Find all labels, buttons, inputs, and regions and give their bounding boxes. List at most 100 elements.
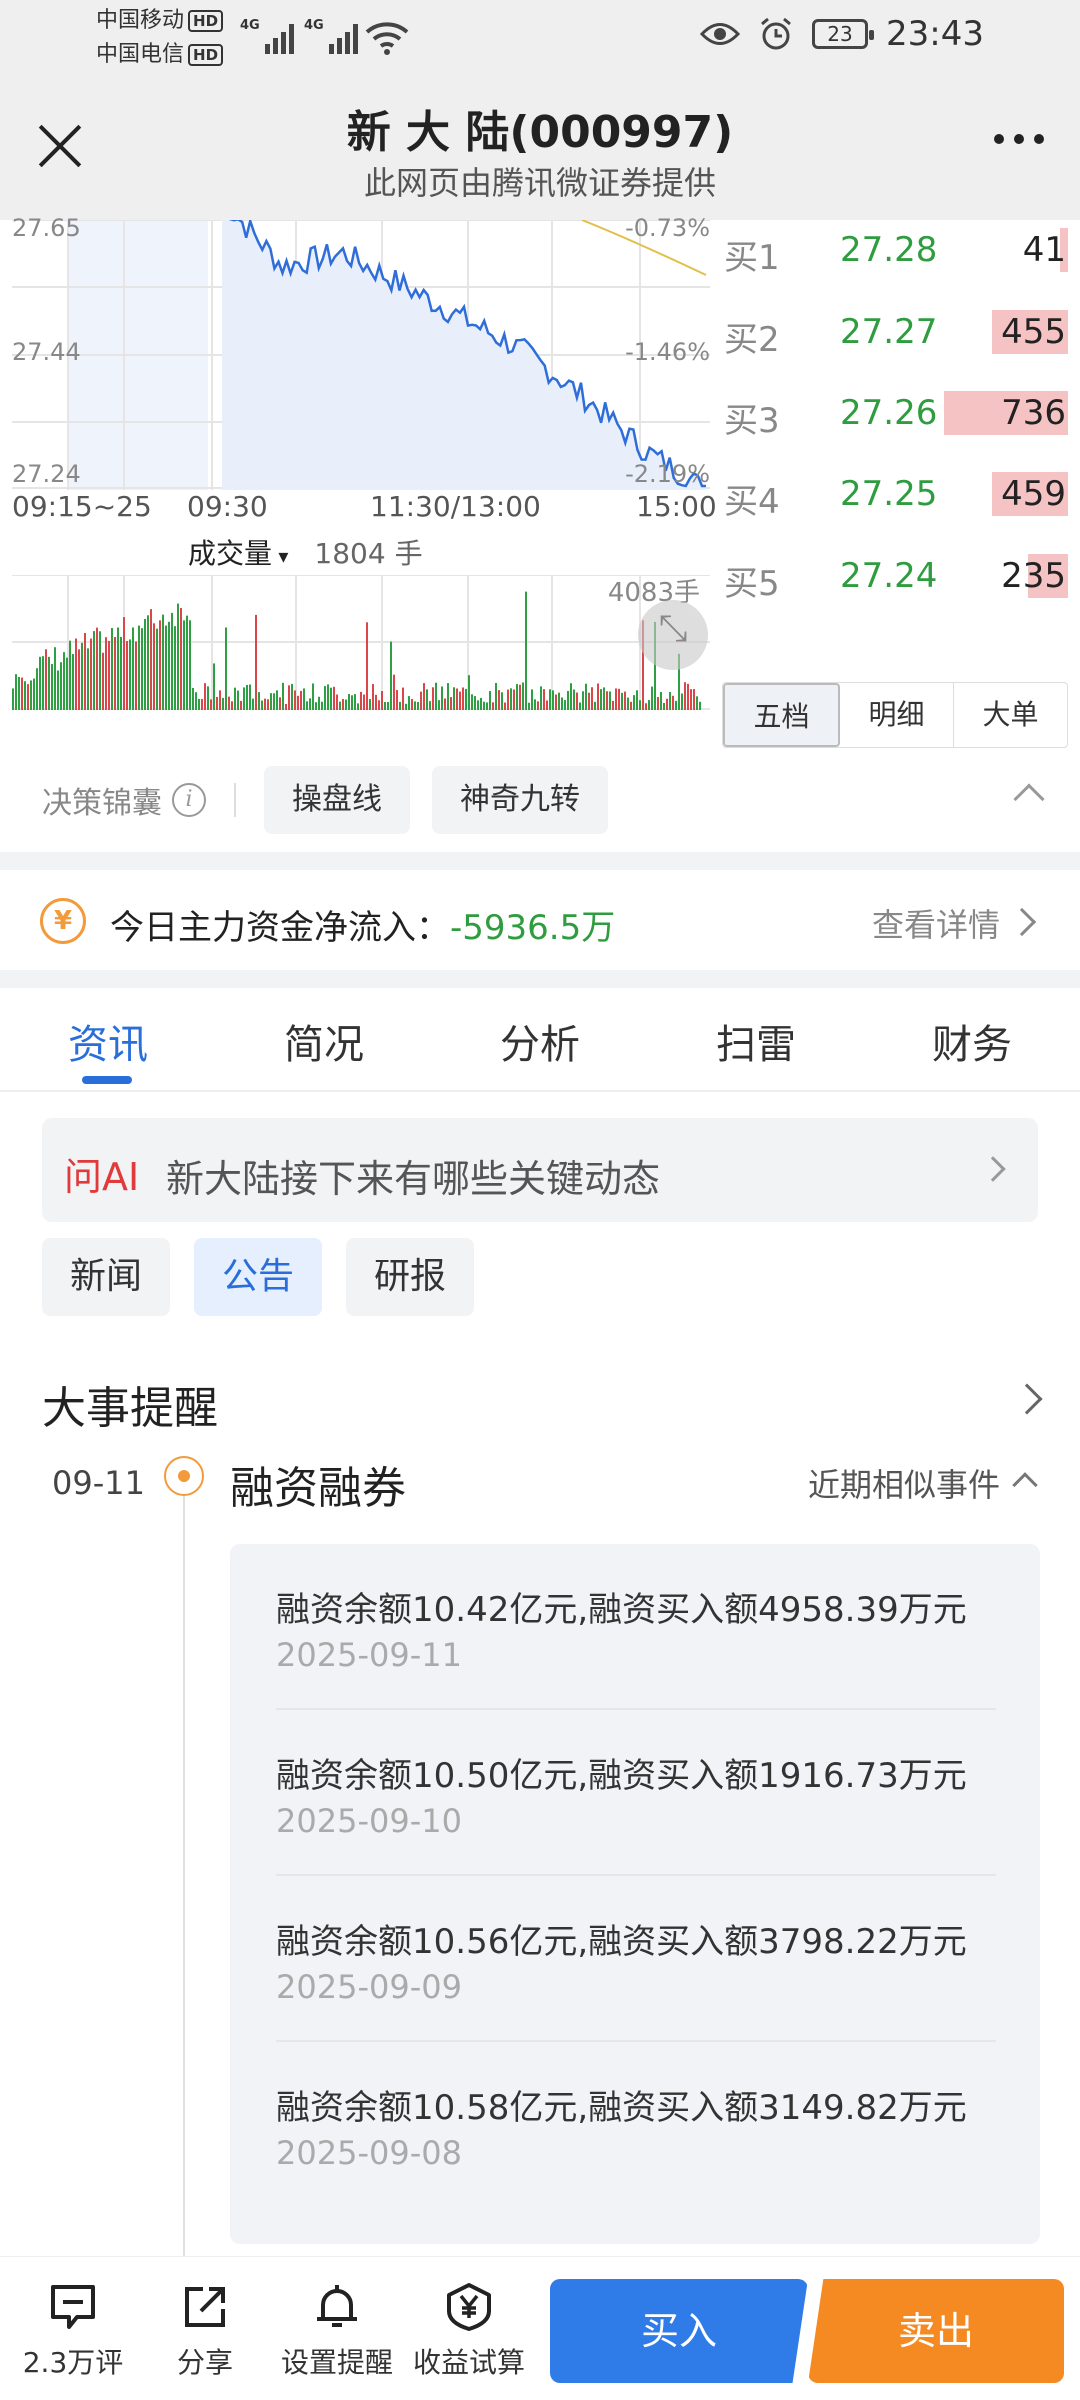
ask-ai-bar[interactable]: 问AI 新大陆接下来有哪些关键动态 <box>42 1118 1038 1222</box>
volume-bar <box>477 700 479 710</box>
volume-bar <box>318 696 320 710</box>
volume-bar <box>660 692 662 710</box>
volume-bar <box>309 698 311 710</box>
list-item[interactable]: 融资余额10.50亿元,融资买入额1916.73万元 2025-09-10 <box>276 1710 996 1876</box>
volume-bar <box>183 620 185 710</box>
volume-bar <box>219 690 221 710</box>
volume-bar <box>177 603 179 710</box>
volume-bar <box>249 684 251 710</box>
volume-bar <box>576 692 578 710</box>
tab-overview[interactable]: 简况 <box>244 1012 404 1070</box>
volume-bar <box>66 657 68 710</box>
volume-bar <box>225 627 227 710</box>
volume-bar <box>540 686 542 710</box>
expand-icon[interactable] <box>638 600 708 670</box>
volume-bar <box>633 695 635 710</box>
chevron-up-icon[interactable] <box>1012 1472 1038 1498</box>
time-label: 09:30 <box>187 490 268 523</box>
buy-button[interactable]: 买入 <box>550 2279 808 2383</box>
volume-bar <box>483 701 485 710</box>
list-item[interactable]: 融资余额10.42亿元,融资买入额4958.39万元 2025-09-11 <box>276 1544 996 1710</box>
list-item[interactable]: 融资余额10.58亿元,融资买入额3149.82万元 2025-09-08 <box>276 2042 996 2208</box>
volume-bar <box>531 689 533 710</box>
volume-bar <box>24 681 26 710</box>
time-label: 11:30/13:00 <box>370 490 541 523</box>
volume-bar <box>30 680 32 710</box>
volume-bar <box>195 692 197 710</box>
set-alert-button[interactable]: 设置提醒 <box>272 2281 402 2381</box>
chevron-up-icon[interactable] <box>1013 783 1045 815</box>
event-list: 融资余额10.42亿元,融资买入额4958.39万元 2025-09-11 融资余… <box>230 1544 1040 2244</box>
volume-bar <box>138 625 140 710</box>
tab-big-orders[interactable]: 大单 <box>954 683 1067 747</box>
chevron-right-icon[interactable] <box>1011 1383 1043 1415</box>
volume-bar <box>657 697 659 710</box>
volume-bar <box>267 699 269 710</box>
tab-five-levels[interactable]: 五档 <box>723 683 840 747</box>
subtab-news[interactable]: 新闻 <box>42 1238 171 1316</box>
sell-button[interactable]: 卖出 <box>808 2279 1064 2383</box>
volume-bar <box>651 686 653 710</box>
list-item[interactable]: 融资余额10.56亿元,融资买入额3798.22万元 2025-09-09 <box>276 1876 996 2042</box>
chip-operation-line[interactable]: 操盘线 <box>264 766 410 834</box>
volume-value: 1804 手 <box>314 537 423 570</box>
volume-bar <box>585 683 587 710</box>
volume-bar <box>261 700 263 710</box>
volume-bar <box>351 695 353 710</box>
pct-label-2: -1.46% <box>625 338 710 366</box>
volume-chart[interactable] <box>12 575 710 710</box>
volume-bar <box>102 652 104 710</box>
volume-bar <box>156 628 158 710</box>
volume-bar <box>471 694 473 710</box>
volume-bar <box>21 677 23 710</box>
yen-shield-icon <box>447 2283 491 2331</box>
divider <box>0 970 1080 988</box>
volume-bar <box>147 615 149 710</box>
volume-bar <box>609 691 611 710</box>
tab-news-info[interactable]: 资讯 <box>28 1012 188 1070</box>
volume-bar <box>630 701 632 710</box>
volume-bar <box>18 676 20 710</box>
volume-bar <box>330 687 332 710</box>
comments-button[interactable]: 2.3万评 <box>8 2281 138 2381</box>
subtab-announcements[interactable]: 公告 <box>194 1238 323 1316</box>
similar-events-toggle[interactable]: 近期相似事件 <box>808 1460 1000 1506</box>
volume-bar <box>462 687 464 710</box>
tab-details[interactable]: 明细 <box>840 683 954 747</box>
volume-bar <box>390 641 392 710</box>
header: 新 大 陆(000997) 此网页由腾讯微证券提供 <box>0 92 1080 212</box>
volume-selector[interactable]: 成交量 <box>188 532 288 572</box>
tab-risk-scan[interactable]: 扫雷 <box>676 1012 836 1070</box>
more-icon[interactable] <box>994 134 1044 144</box>
volume-bar <box>264 698 266 710</box>
divider <box>0 852 1080 870</box>
subtab-research[interactable]: 研报 <box>346 1238 475 1316</box>
carrier-1: 中国移动 HD <box>96 6 224 36</box>
volume-bar <box>27 684 29 710</box>
price-chart[interactable] <box>12 220 710 490</box>
volume-bar <box>510 688 512 710</box>
profit-calc-button[interactable]: 收益试算 <box>404 2281 534 2381</box>
volume-bar <box>105 637 107 710</box>
volume-bar <box>465 688 467 710</box>
volume-bar <box>345 699 347 710</box>
volume-bar <box>594 701 596 710</box>
share-button[interactable]: 分享 <box>140 2281 270 2381</box>
fund-flow-row[interactable]: ¥ 今日主力资金净流入：-5936.5万 查看详情 <box>0 870 1080 970</box>
volume-bar <box>99 631 101 710</box>
tab-analysis[interactable]: 分析 <box>460 1012 620 1070</box>
view-details-link[interactable]: 查看详情 <box>872 900 1000 946</box>
info-icon[interactable]: i <box>172 783 206 817</box>
volume-bar <box>384 701 386 710</box>
volume-bar <box>525 591 527 710</box>
bottom-bar: 2.3万评 分享 设置提醒 收益试算 买入 卖出 <box>0 2256 1080 2400</box>
chip-magic-nine[interactable]: 神奇九转 <box>432 766 608 834</box>
volume-bar <box>558 692 560 710</box>
volume-bar <box>681 693 683 710</box>
volume-bar <box>408 696 410 710</box>
volume-bar <box>453 687 455 710</box>
volume-bar <box>405 703 407 710</box>
chevron-right-icon <box>1007 907 1037 937</box>
volume-bar <box>411 699 413 710</box>
tab-finance[interactable]: 财务 <box>892 1012 1052 1070</box>
